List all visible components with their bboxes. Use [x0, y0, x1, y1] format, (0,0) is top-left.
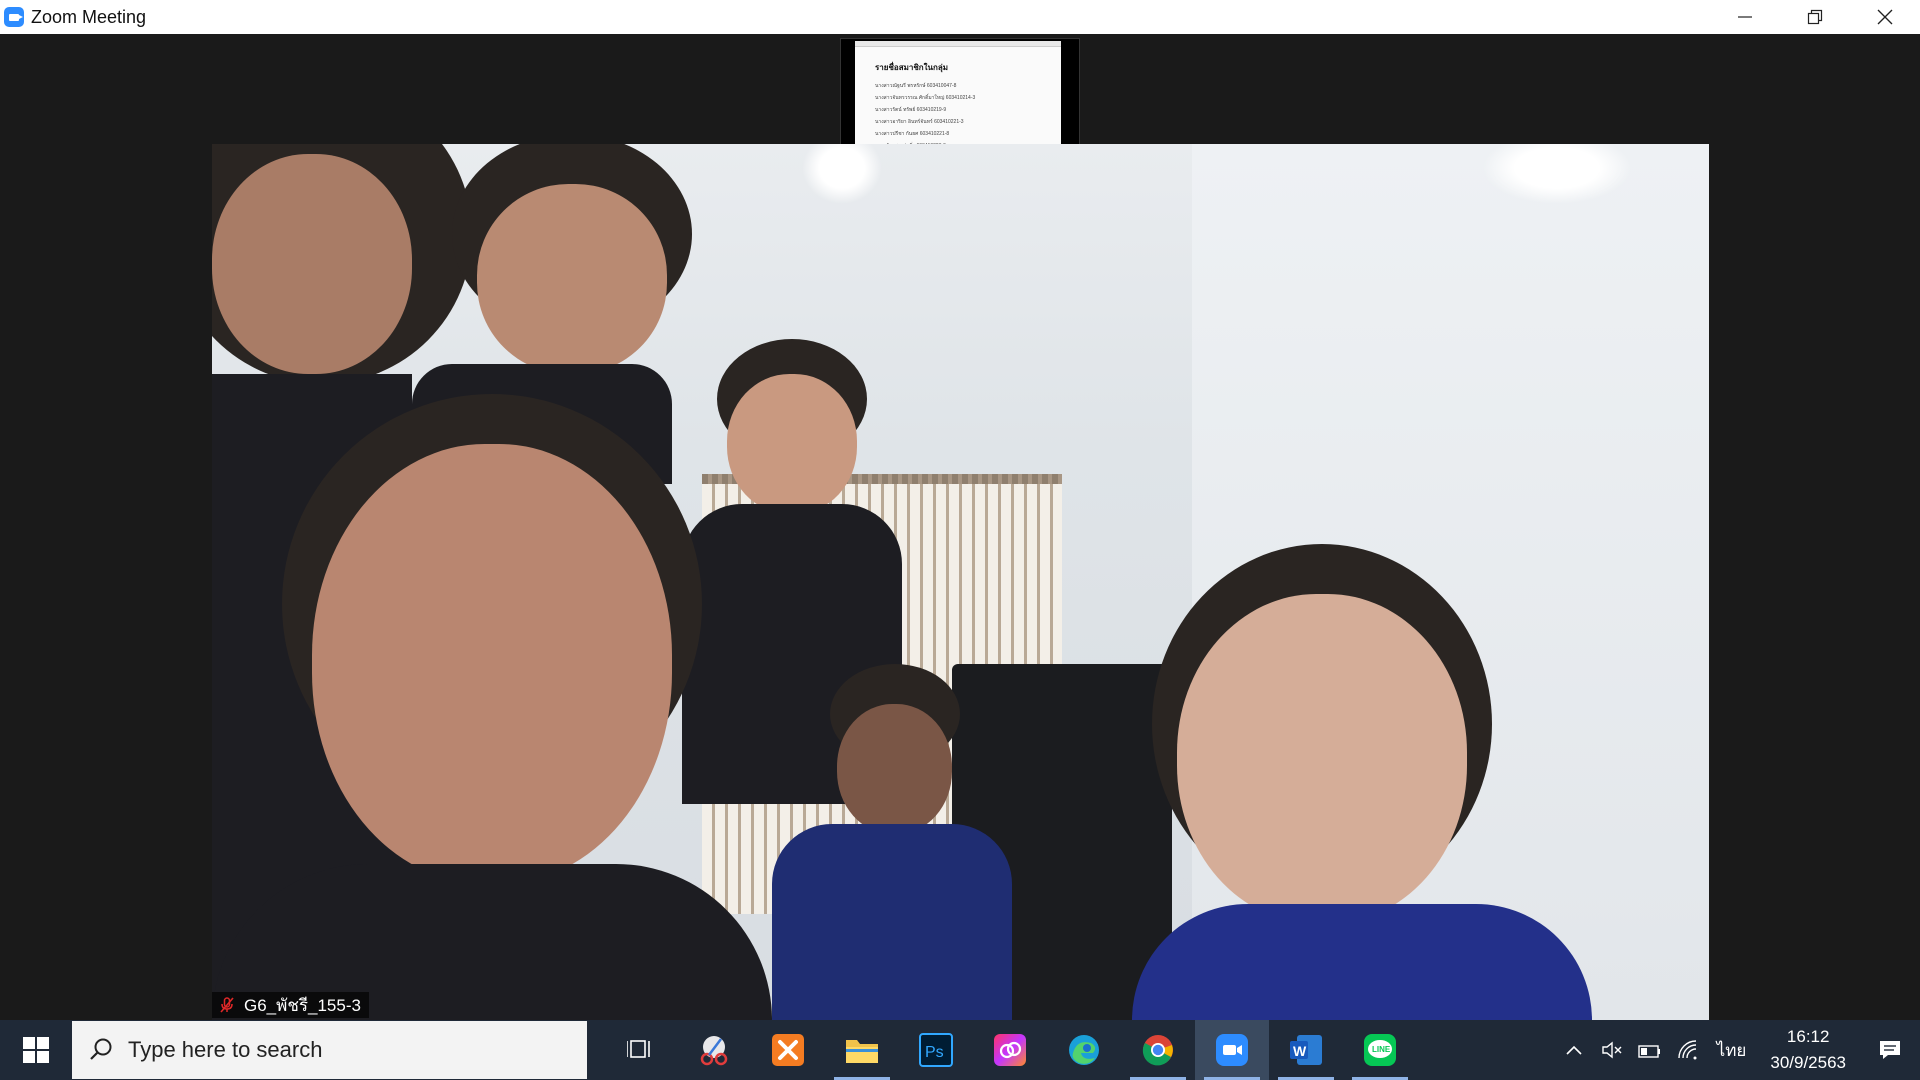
photoshop-button[interactable]: Ps	[899, 1020, 973, 1080]
photoshop-icon: Ps	[919, 1033, 953, 1067]
notification-icon	[1880, 1041, 1900, 1059]
xampp-button[interactable]	[751, 1020, 825, 1080]
document-line: นางสาวรัตน์ ทรัพย์ 603410219-9	[875, 107, 947, 113]
chrome-icon	[1142, 1035, 1173, 1066]
document-title: รายชื่อสมาชิกในกลุ่ม	[875, 63, 949, 72]
network-button[interactable]	[1669, 1020, 1707, 1080]
task-view-icon	[627, 1040, 650, 1058]
creative-cloud-icon	[994, 1034, 1026, 1066]
show-hidden-icons-button[interactable]	[1555, 1020, 1593, 1080]
document-line: นางสาวปรีชา กันยศ 603410221-8	[875, 131, 950, 137]
battery-icon	[1637, 1045, 1660, 1058]
minimize-icon	[1738, 16, 1752, 18]
window-controls	[1710, 0, 1920, 34]
close-icon	[1877, 9, 1893, 25]
windows-logo-icon	[23, 1037, 49, 1063]
wifi-icon	[1677, 1040, 1697, 1060]
restore-button[interactable]	[1780, 0, 1850, 34]
clock-date: 30/9/2563	[1770, 1053, 1846, 1072]
task-view-button[interactable]	[603, 1020, 677, 1080]
chrome-button[interactable]	[1121, 1020, 1195, 1080]
document-line: นางสาวณัฐนรี พรหรักษ์ 603410047-8	[875, 83, 957, 89]
file-explorer-button[interactable]	[825, 1020, 899, 1080]
document-line: นางสาวอาริยา อินทร์จันทร์ 603410221-3	[875, 119, 964, 125]
line-icon: LINE	[1364, 1034, 1396, 1066]
svg-text:LINE: LINE	[1372, 1045, 1391, 1054]
creative-cloud-button[interactable]	[973, 1020, 1047, 1080]
search-placeholder: Type here to search	[128, 1037, 323, 1062]
edge-button[interactable]	[1047, 1020, 1121, 1080]
edge-icon	[1069, 1035, 1099, 1065]
minimize-button[interactable]	[1710, 0, 1780, 34]
zoom-button[interactable]	[1195, 1020, 1269, 1080]
word-button[interactable]: W	[1269, 1020, 1343, 1080]
volume-muted-icon	[1601, 1041, 1622, 1059]
participant-name: G6_พัชรี_155-3	[244, 995, 361, 1015]
pinned-apps: Ps W LINE	[603, 1020, 1417, 1080]
input-language-indicator[interactable]: ไทย	[1707, 1037, 1757, 1064]
zoom-app-icon	[4, 7, 24, 27]
restore-icon	[1807, 9, 1823, 25]
line-button[interactable]: LINE	[1343, 1020, 1417, 1080]
window-title: Zoom Meeting	[31, 6, 147, 27]
taskbar: Type here to search Ps W LINE ไทย 16:12 …	[0, 1020, 1920, 1080]
xampp-icon	[772, 1034, 804, 1066]
document-line: นางสาวจันทรวรรณ ศักดิ์มาใหญ่ 603410214-3	[875, 95, 976, 101]
participant-name-tag: G6_พัชรี_155-3	[212, 992, 369, 1018]
system-tray: ไทย 16:12 30/9/2563	[1555, 1020, 1920, 1080]
title-bar: Zoom Meeting	[0, 0, 1920, 34]
participant-video[interactable]	[212, 144, 1709, 1020]
clock[interactable]: 16:12 30/9/2563	[1756, 1024, 1860, 1076]
close-button[interactable]	[1850, 0, 1920, 34]
microphone-muted-icon	[220, 997, 234, 1013]
clock-time: 16:12	[1786, 1027, 1830, 1046]
svg-text:W: W	[1293, 1043, 1307, 1059]
zoom-icon	[1216, 1034, 1248, 1066]
search-icon	[90, 1038, 112, 1060]
folder-icon	[846, 1040, 878, 1063]
volume-button[interactable]	[1593, 1020, 1631, 1080]
start-button[interactable]	[0, 1020, 72, 1080]
svg-text:Ps: Ps	[925, 1044, 944, 1061]
chevron-up-icon	[1566, 1045, 1582, 1055]
search-box[interactable]: Type here to search	[72, 1021, 587, 1079]
word-icon: W	[1290, 1035, 1322, 1065]
snipping-tool-icon	[700, 1036, 728, 1066]
snipping-tool-button[interactable]	[677, 1020, 751, 1080]
battery-button[interactable]	[1631, 1020, 1669, 1080]
action-center-button[interactable]	[1860, 1020, 1920, 1080]
